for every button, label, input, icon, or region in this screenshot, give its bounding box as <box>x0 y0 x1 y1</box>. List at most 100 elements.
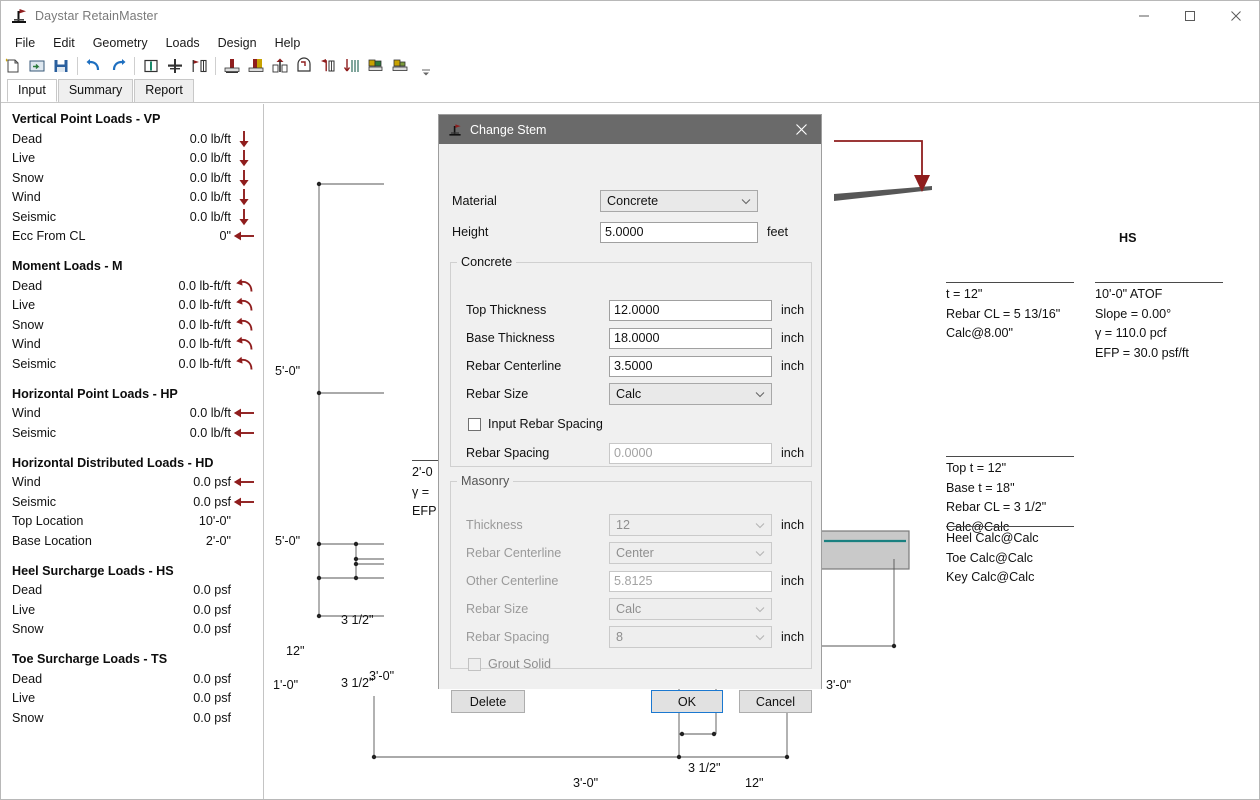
base-thickness-input[interactable] <box>609 327 772 349</box>
moment-curve-icon <box>231 278 257 294</box>
load-row-value: 0.0 lb/ft <box>189 209 231 224</box>
top-thickness-input[interactable] <box>609 299 772 321</box>
sloped-icon[interactable] <box>388 55 412 77</box>
load-row[interactable]: Snow 0.0 psf <box>1 708 263 728</box>
close-icon[interactable] <box>781 115 821 144</box>
maximize-icon[interactable] <box>1167 1 1213 31</box>
load-row[interactable]: Seismic 0.0 lb/ft <box>1 207 263 227</box>
masonry-thickness-value: 12 <box>616 518 631 532</box>
masonry-other-centerline-unit: inch <box>781 574 805 588</box>
input-rebar-spacing-checkbox[interactable]: Input Rebar Spacing <box>468 417 603 431</box>
masonry-group: Masonry Thickness 12 inch Rebar Centerli… <box>450 474 812 671</box>
load-row[interactable]: Wind 0.0 lb-ft/ft <box>1 335 263 355</box>
loads-panel[interactable]: Vertical Point Loads - VP Dead 0.0 lb/ft Li… <box>1 104 263 799</box>
concrete-rebar-spacing-label: Rebar Spacing <box>466 446 550 460</box>
seismic-icon[interactable] <box>340 55 364 77</box>
arrow-down-icon <box>231 188 257 206</box>
annotation-stem-lower: Top t = 12" Base t = 18" Rebar CL = 3 1/… <box>946 456 1074 537</box>
footing-line-3: Key Calc@Calc <box>946 570 1035 584</box>
menu-geometry[interactable]: Geometry <box>85 34 156 52</box>
stem-top-line-3: Calc@8.00" <box>946 326 1013 340</box>
load-row[interactable]: Dead 0.0 lb/ft <box>1 129 263 149</box>
footing-line-1: Heel Calc@Calc <box>946 531 1039 545</box>
moment-curve-icon <box>231 317 257 333</box>
masonry-other-centerline-label: Other Centerline <box>466 574 559 588</box>
redo-icon[interactable] <box>106 55 130 77</box>
input-rebar-spacing-label: Input Rebar Spacing <box>488 417 603 431</box>
load-row[interactable]: Ecc From CL 0" <box>1 227 263 247</box>
grout-solid-checkbox[interactable]: Grout Solid <box>468 657 551 671</box>
heel-icon[interactable] <box>220 55 244 77</box>
toolbar-overflow-icon[interactable] <box>418 55 434 77</box>
masonry-rebar-centerline-select[interactable]: Center <box>609 542 772 564</box>
toolbar-separator <box>215 57 216 75</box>
dim-key-cover: 3 1/2" <box>688 761 721 775</box>
concrete-rebar-centerline-input[interactable] <box>609 355 772 377</box>
masonry-rebar-size-select[interactable]: Calc <box>609 598 772 620</box>
concrete-rebar-size-select[interactable]: Calc <box>609 383 772 405</box>
load-row[interactable]: Live 0.0 lb-ft/ft <box>1 296 263 316</box>
menu-design[interactable]: Design <box>210 34 265 52</box>
delete-button[interactable]: Delete <box>451 690 525 713</box>
load-row-label: Snow <box>12 622 44 637</box>
stem-icon[interactable] <box>139 55 163 77</box>
base-thickness-label: Base Thickness <box>466 331 555 345</box>
save-icon[interactable] <box>49 55 73 77</box>
load-row[interactable]: Wind 0.0 psf <box>1 473 263 493</box>
minimize-icon[interactable] <box>1121 1 1167 31</box>
change-stem-dialog[interactable]: Change Stem Material Concrete Height 5.0… <box>438 114 822 713</box>
load-row-label: Dead <box>12 278 43 293</box>
load-row[interactable]: Seismic 0.0 psf <box>1 492 263 512</box>
load-row[interactable]: Dead 0.0 lb-ft/ft <box>1 276 263 296</box>
ok-button[interactable]: OK <box>651 690 723 713</box>
menu-help[interactable]: Help <box>267 34 309 52</box>
undo-icon[interactable] <box>82 55 106 77</box>
close-icon[interactable] <box>1213 1 1259 31</box>
load-row[interactable]: Wind 0.0 lb/ft <box>1 188 263 208</box>
load-row[interactable]: Snow 0.0 psf <box>1 620 263 640</box>
load-row[interactable]: Seismic 0.0 lb/ft <box>1 423 263 443</box>
load-row[interactable]: Snow 0.0 lb/ft <box>1 168 263 188</box>
load-row[interactable]: Seismic 0.0 lb-ft/ft <box>1 354 263 374</box>
load-row[interactable]: Base Location 2'-0" <box>1 531 263 551</box>
menu-edit[interactable]: Edit <box>45 34 83 52</box>
masonry-thickness-select[interactable]: 12 <box>609 514 772 536</box>
load-row[interactable]: Wind 0.0 lb/ft <box>1 404 263 424</box>
tab-report[interactable]: Report <box>134 79 194 102</box>
surcharge-icon[interactable] <box>187 55 211 77</box>
menu-loads[interactable]: Loads <box>158 34 208 52</box>
load-row-value: 0.0 lb/ft <box>189 131 231 146</box>
load-row[interactable]: Top Location 10'-0" <box>1 512 263 532</box>
tab-input[interactable]: Input <box>7 79 57 102</box>
masonry-rebar-size-label: Rebar Size <box>466 602 529 616</box>
load-row-label: Wind <box>12 475 41 490</box>
load-row[interactable]: Snow 0.0 lb-ft/ft <box>1 315 263 335</box>
dialog-title-bar: Change Stem <box>439 115 821 144</box>
restrained-icon[interactable] <box>364 55 388 77</box>
menu-file[interactable]: File <box>7 34 43 52</box>
load-row[interactable]: Live 0.0 psf <box>1 689 263 709</box>
tab-summary[interactable]: Summary <box>57 79 134 102</box>
toe-icon[interactable] <box>244 55 268 77</box>
load-row[interactable]: Dead 0.0 psf <box>1 669 263 689</box>
open-file-icon[interactable] <box>25 55 49 77</box>
load-row[interactable]: Dead 0.0 psf <box>1 581 263 601</box>
concrete-rebar-spacing-input[interactable] <box>609 442 772 464</box>
concrete-rebar-spacing-row: Rebar Spacing inch <box>466 438 806 468</box>
material-select[interactable]: Concrete <box>600 190 758 212</box>
soil-icon[interactable] <box>268 55 292 77</box>
stem-top-line-2: Rebar CL = 5 13/16" <box>946 306 1061 321</box>
new-file-icon[interactable] <box>1 55 25 77</box>
key-icon[interactable] <box>292 55 316 77</box>
concrete-rebar-size-row: Rebar Size Calc <box>466 379 806 409</box>
chevron-down-icon <box>755 599 765 619</box>
load-row[interactable]: Live 0.0 psf <box>1 600 263 620</box>
load-row[interactable]: Live 0.0 lb/ft <box>1 149 263 169</box>
masonry-other-centerline-input[interactable] <box>609 570 772 592</box>
height-input[interactable] <box>600 221 758 243</box>
load-row-label: Snow <box>12 317 44 332</box>
footing-icon[interactable] <box>163 55 187 77</box>
lateral-load-icon[interactable] <box>316 55 340 77</box>
masonry-rebar-spacing-select[interactable]: 8 <box>609 626 772 648</box>
cancel-button[interactable]: Cancel <box>739 690 812 713</box>
